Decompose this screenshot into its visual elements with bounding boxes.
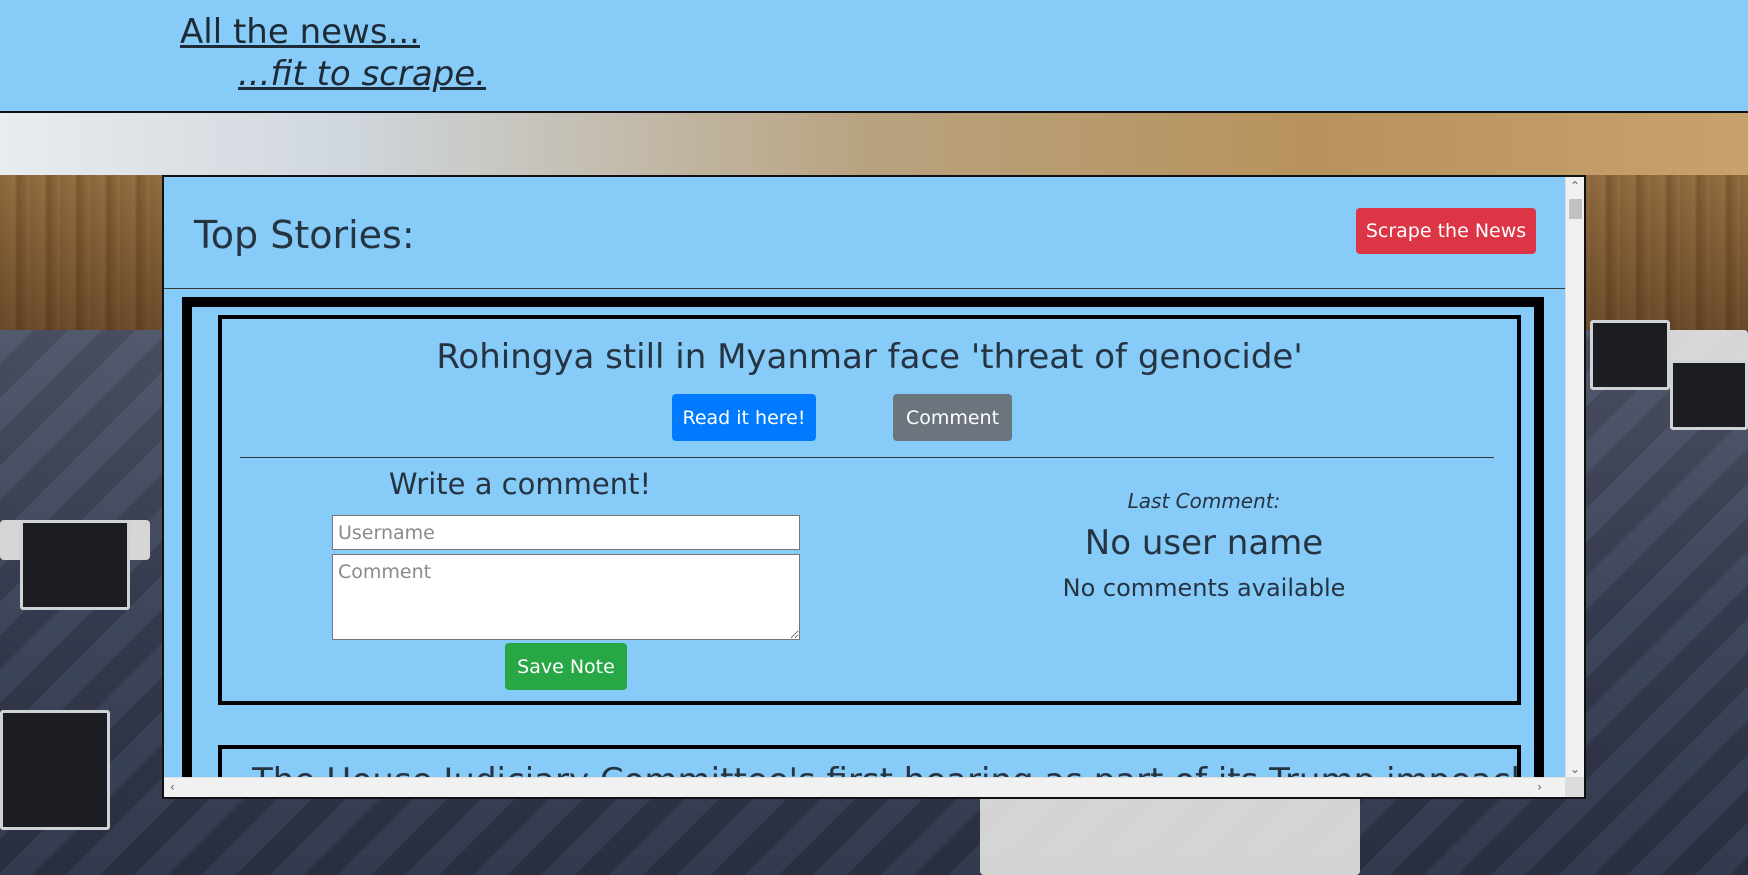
last-comment-user: No user name — [1084, 523, 1324, 563]
page-root: All the news... ...fit to scrape. Top St… — [0, 0, 1748, 875]
background-monitor — [1670, 360, 1748, 430]
site-banner: All the news... ...fit to scrape. — [0, 0, 1748, 113]
horizontal-scrollbar[interactable]: ‹ › — [164, 777, 1566, 797]
background-monitor — [20, 520, 130, 610]
comment-form-heading: Write a comment! — [388, 467, 652, 501]
stories-panel[interactable]: Top Stories: Scrape the News Rohingya st… — [162, 175, 1586, 799]
comment-textarea[interactable] — [332, 554, 800, 640]
scrape-news-button[interactable]: Scrape the News — [1356, 208, 1536, 254]
comment-button[interactable]: Comment — [893, 394, 1012, 441]
scrollbar-corner — [1565, 777, 1584, 797]
last-comment-label: Last Comment: — [1127, 489, 1281, 513]
chevron-left-icon[interactable]: ‹ — [170, 781, 175, 793]
page-title: Top Stories: — [194, 213, 415, 257]
chevron-down-icon[interactable]: ⌄ — [1570, 763, 1580, 775]
read-article-button[interactable]: Read it here! — [672, 394, 816, 441]
card-divider — [240, 457, 1494, 458]
background-ceiling — [0, 113, 1748, 175]
background-monitor — [0, 710, 110, 830]
background-desk — [980, 790, 1360, 875]
chevron-up-icon[interactable]: ⌃ — [1570, 180, 1580, 192]
vertical-scrollbar[interactable]: ⌃ ⌄ — [1565, 177, 1584, 779]
last-comment-text: No comments available — [1062, 574, 1346, 602]
scrollbar-thumb[interactable] — [1569, 199, 1582, 219]
username-input[interactable] — [332, 515, 800, 550]
background-monitor — [1590, 320, 1670, 390]
brand-link[interactable]: All the news... — [180, 12, 420, 52]
stories-header: Top Stories: Scrape the News — [164, 177, 1566, 289]
save-note-button[interactable]: Save Note — [505, 643, 627, 690]
article-title: Rohingya still in Myanmar face 'threat o… — [436, 337, 1303, 377]
brand-tagline[interactable]: ...fit to scrape. — [238, 54, 486, 94]
chevron-right-icon[interactable]: › — [1537, 781, 1542, 793]
